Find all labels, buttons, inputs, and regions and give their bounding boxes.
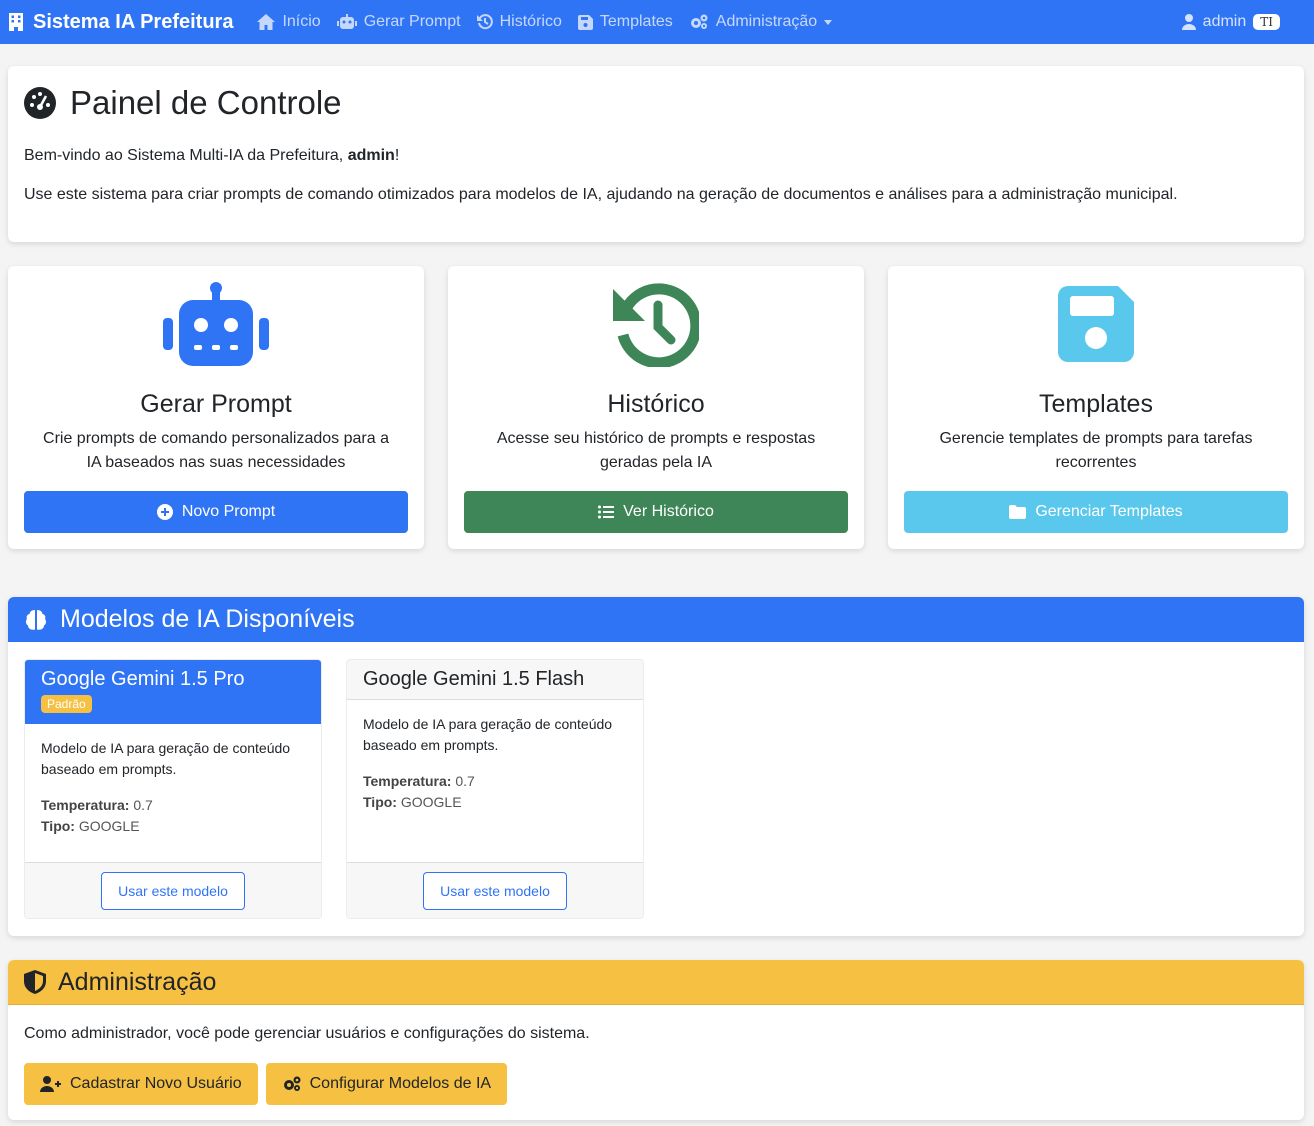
default-badge: Padrão xyxy=(41,695,92,713)
configurar-modelos-button[interactable]: Configurar Modelos de IA xyxy=(265,1063,508,1105)
user-name: admin xyxy=(1202,13,1247,30)
cadastrar-usuario-label: Cadastrar Novo Usuário xyxy=(70,1075,242,1092)
user-department-badge: TI xyxy=(1253,14,1280,30)
page-title: Painel de Controle xyxy=(24,84,1288,122)
nav-historico-label: Histórico xyxy=(499,13,562,30)
plus-circle-icon xyxy=(156,504,173,520)
nav-historico[interactable]: Histórico xyxy=(476,13,562,31)
tachometer-icon xyxy=(24,87,56,119)
model-card-body: Modelo de IA para geração de conteúdo ba… xyxy=(347,700,643,827)
building-icon xyxy=(9,13,23,31)
greeting-suffix: ! xyxy=(394,147,400,164)
caret-down-icon xyxy=(824,19,833,25)
type-label: Tipo: xyxy=(41,818,75,834)
greeting-username: admin xyxy=(347,147,395,164)
model-card-footer: Usar este modelo xyxy=(25,862,321,918)
use-model-button[interactable]: Usar este modelo xyxy=(423,871,567,910)
cadastrar-usuario-button[interactable]: Cadastrar Novo Usuário xyxy=(24,1063,258,1105)
nav-home-label: Início xyxy=(282,13,321,30)
nav-administracao-label: Administração xyxy=(715,13,818,30)
user-icon xyxy=(1181,14,1196,30)
type-value: GOOGLE xyxy=(400,794,462,810)
models-title: Modelos de IA Disponíveis xyxy=(60,605,355,633)
type-value: GOOGLE xyxy=(78,818,140,834)
models-panel: Modelos de IA Disponíveis Google Gemini … xyxy=(8,597,1304,936)
brand-link[interactable]: Sistema IA Prefeitura xyxy=(8,11,233,34)
model-card-footer: Usar este modelo xyxy=(347,862,643,918)
model-description: Modelo de IA para geração de conteúdo ba… xyxy=(41,740,291,777)
configurar-modelos-label: Configurar Modelos de IA xyxy=(309,1075,492,1092)
nav-home[interactable]: Início xyxy=(257,13,321,31)
ver-historico-label: Ver Histórico xyxy=(623,503,714,520)
save-icon xyxy=(577,14,593,30)
admin-panel: Administração Como administrador, você p… xyxy=(8,960,1304,1120)
feature-card-historico: Histórico Acesse seu histórico de prompt… xyxy=(448,266,864,549)
model-card-header: Google Gemini 1.5 Flash xyxy=(347,660,643,700)
nav-gerar-prompt[interactable]: Gerar Prompt xyxy=(336,13,461,31)
brand-title: Sistema IA Prefeitura xyxy=(33,10,234,33)
nav-templates-label: Templates xyxy=(599,13,673,30)
nav-administracao-dropdown[interactable]: Administração xyxy=(689,13,833,31)
folder-icon xyxy=(1009,505,1027,519)
top-navbar: Sistema IA Prefeitura Início Gerar Promp… xyxy=(0,0,1314,44)
save-icon xyxy=(1058,286,1134,362)
gerenciar-templates-button[interactable]: Gerenciar Templates xyxy=(904,491,1288,533)
welcome-card: Painel de Controle Bem-vindo ao Sistema … xyxy=(8,66,1304,242)
model-type: Tipo: GOOGLE xyxy=(41,816,305,837)
temperature-value: 0.7 xyxy=(455,773,475,789)
temperature-value: 0.7 xyxy=(133,797,153,813)
greeting-prefix: Bem-vindo ao Sistema Multi-IA da Prefeit… xyxy=(24,147,348,164)
welcome-greeting: Bem-vindo ao Sistema Multi-IA da Prefeit… xyxy=(24,146,1288,165)
gerenciar-templates-label: Gerenciar Templates xyxy=(1035,503,1183,520)
robot-icon xyxy=(163,282,269,366)
admin-description: Como administrador, você pode gerenciar … xyxy=(24,1025,590,1042)
novo-prompt-label: Novo Prompt xyxy=(181,503,276,520)
model-name: Google Gemini 1.5 Pro xyxy=(41,668,245,690)
temperature-label: Temperatura: xyxy=(41,797,130,813)
user-plus-icon xyxy=(40,1076,61,1092)
model-temperature: Temperatura: 0.7 xyxy=(41,795,305,816)
cogs-icon xyxy=(690,14,708,29)
welcome-description: Use este sistema para criar prompts de c… xyxy=(24,186,1178,204)
model-name: Google Gemini 1.5 Flash xyxy=(363,668,585,690)
model-temperature: Temperatura: 0.7 xyxy=(363,771,627,792)
ver-historico-button[interactable]: Ver Histórico xyxy=(464,491,848,533)
model-type: Tipo: GOOGLE xyxy=(363,792,627,813)
models-header: Modelos de IA Disponíveis xyxy=(8,597,1304,642)
model-card-gemini-pro: Google Gemini 1.5 Pro Padrão Modelo de I… xyxy=(24,659,322,919)
cogs-icon xyxy=(283,1076,301,1091)
model-description: Modelo de IA para geração de conteúdo ba… xyxy=(363,716,613,753)
admin-title: Administração xyxy=(58,967,217,996)
novo-prompt-button[interactable]: Novo Prompt xyxy=(24,491,408,533)
feature-title: Templates xyxy=(1039,390,1153,418)
feature-description: Gerencie templates de prompts para taref… xyxy=(939,430,1253,471)
list-icon xyxy=(598,505,615,519)
history-icon xyxy=(613,283,699,367)
nav-gerar-prompt-label: Gerar Prompt xyxy=(363,13,461,30)
feature-title: Histórico xyxy=(607,390,705,418)
model-card-header: Google Gemini 1.5 Pro Padrão xyxy=(25,660,321,724)
page-title-text: Painel de Controle xyxy=(70,84,342,121)
shield-icon xyxy=(24,970,46,994)
feature-description: Crie prompts de comando personalizados p… xyxy=(43,430,389,471)
history-icon xyxy=(476,14,493,30)
use-model-button[interactable]: Usar este modelo xyxy=(101,871,245,910)
model-card-body: Modelo de IA para geração de conteúdo ba… xyxy=(25,724,321,851)
admin-header: Administração xyxy=(8,960,1304,1005)
temperature-label: Temperatura: xyxy=(363,773,452,789)
type-label: Tipo: xyxy=(363,794,397,810)
feature-card-gerar-prompt: Gerar Prompt Crie prompts de comando per… xyxy=(8,266,424,549)
feature-card-templates: Templates Gerencie templates de prompts … xyxy=(888,266,1304,549)
nav-templates[interactable]: Templates xyxy=(577,13,673,31)
feature-title: Gerar Prompt xyxy=(140,390,292,418)
robot-icon xyxy=(336,14,357,29)
brain-icon xyxy=(25,609,47,630)
home-icon xyxy=(257,14,276,30)
model-card-gemini-flash: Google Gemini 1.5 Flash Modelo de IA par… xyxy=(346,659,644,919)
user-menu[interactable]: admin TI xyxy=(1181,0,1280,44)
feature-description: Acesse seu histórico de prompts e respos… xyxy=(496,430,816,471)
